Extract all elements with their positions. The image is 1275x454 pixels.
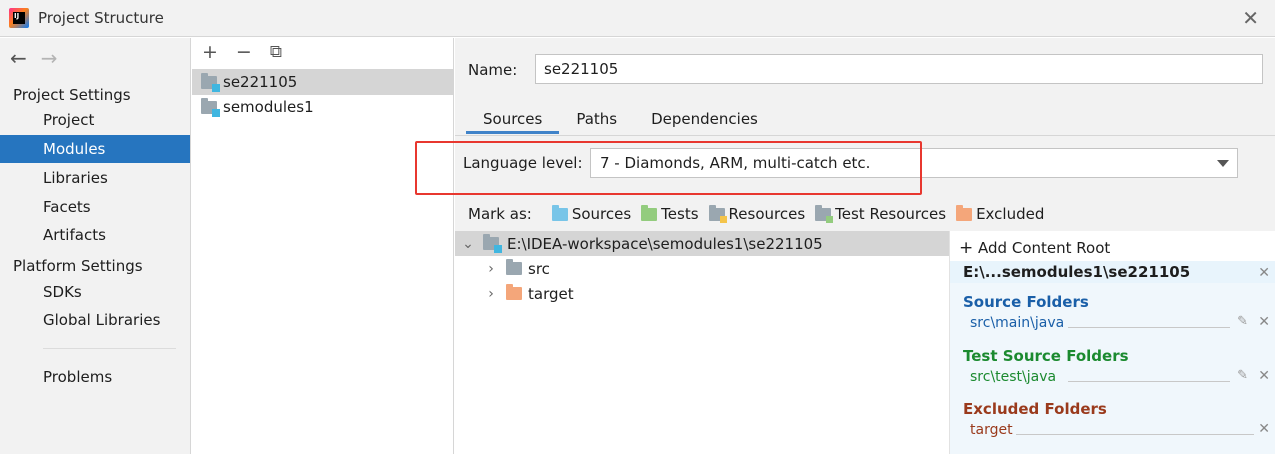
close-icon[interactable]: ✕ bbox=[1258, 314, 1270, 330]
module-toolbar: + − ⧉ bbox=[192, 38, 453, 66]
module-folder-icon bbox=[201, 97, 220, 117]
settings-nav: ← → Project Settings Project Modules Lib… bbox=[0, 38, 191, 454]
content-root-path-text: E:\...semodules1\se221105 bbox=[963, 263, 1191, 281]
copy-icon[interactable]: ⧉ bbox=[270, 42, 282, 62]
mark-test-resources-label: Test Resources bbox=[835, 205, 947, 223]
language-level-select[interactable]: 7 - Diamonds, ARM, multi-catch etc. bbox=[590, 148, 1238, 178]
nav-item-libraries[interactable]: Libraries bbox=[0, 164, 190, 192]
sources-folder-icon bbox=[551, 204, 568, 221]
tab-paths[interactable]: Paths bbox=[559, 108, 634, 134]
nav-item-facets[interactable]: Facets bbox=[0, 193, 190, 221]
language-level-value: 7 - Diamonds, ARM, multi-catch etc. bbox=[600, 154, 871, 172]
test-source-folder-path: src\test\java bbox=[970, 369, 1057, 385]
nav-item-sdks[interactable]: SDKs bbox=[0, 278, 190, 306]
mark-test-resources-button[interactable]: Test Resources bbox=[815, 204, 947, 223]
row-leader-line bbox=[1016, 434, 1254, 435]
test-source-folders-title: Test Source Folders bbox=[963, 347, 1129, 365]
content-root-panel: + Add Content Root E:\...semodules1\se22… bbox=[949, 231, 1275, 454]
add-content-root-button[interactable]: + Add Content Root bbox=[959, 238, 1110, 258]
mark-as-label: Mark as: bbox=[468, 205, 532, 223]
module-name: semodules1 bbox=[223, 98, 314, 116]
tree-item-target[interactable]: › target bbox=[455, 281, 949, 306]
edit-pencil-icon[interactable]: ✎ bbox=[1237, 314, 1248, 329]
intellij-logo-icon: IJ bbox=[9, 8, 29, 28]
nav-divider bbox=[43, 348, 176, 349]
mark-resources-label: Resources bbox=[728, 205, 806, 223]
test-resources-folder-icon bbox=[815, 204, 834, 223]
nav-item-global-libraries[interactable]: Global Libraries bbox=[0, 306, 190, 334]
remove-icon[interactable]: − bbox=[236, 41, 252, 63]
close-icon[interactable]: ✕ bbox=[1242, 8, 1259, 28]
source-folders-title: Source Folders bbox=[963, 293, 1089, 311]
plus-icon: + bbox=[959, 238, 974, 258]
window-title: Project Structure bbox=[38, 9, 164, 27]
mark-tests-button[interactable]: Tests bbox=[641, 204, 699, 223]
excluded-folders-title: Excluded Folders bbox=[963, 400, 1107, 418]
name-label: Name: bbox=[468, 61, 518, 79]
excluded-folder-icon bbox=[956, 204, 973, 221]
content-root-path: E:\...semodules1\se221105 ✕ bbox=[950, 261, 1275, 283]
module-item-se221105[interactable]: se221105 bbox=[192, 69, 454, 95]
nav-item-artifacts[interactable]: Artifacts bbox=[0, 221, 190, 249]
module-tabs: Sources Paths Dependencies bbox=[466, 108, 775, 134]
source-folder-path: src\main\java bbox=[970, 315, 1065, 331]
add-content-root-label: Add Content Root bbox=[978, 239, 1111, 257]
mark-resources-button[interactable]: Resources bbox=[708, 204, 806, 223]
module-name: se221105 bbox=[223, 73, 298, 91]
tree-root-row[interactable]: ⌄ E:\IDEA-workspace\semodules1\se221105 bbox=[455, 231, 949, 256]
content-tree: ⌄ E:\IDEA-workspace\semodules1\se221105 … bbox=[455, 231, 949, 454]
chevron-down-icon[interactable]: ⌄ bbox=[461, 236, 475, 252]
back-arrow-icon[interactable]: ← bbox=[10, 46, 27, 70]
add-icon[interactable]: + bbox=[202, 41, 218, 63]
mark-sources-label: Sources bbox=[571, 205, 632, 223]
mark-excluded-button[interactable]: Excluded bbox=[956, 204, 1045, 223]
tab-sources[interactable]: Sources bbox=[466, 108, 560, 134]
row-leader-line bbox=[1068, 381, 1230, 382]
module-editor: Name: se221105 Sources Paths Dependencie… bbox=[415, 38, 1275, 454]
folder-icon bbox=[506, 259, 522, 275]
chevron-right-icon[interactable]: › bbox=[484, 286, 498, 302]
tree-item-src[interactable]: › src bbox=[455, 256, 949, 281]
edit-pencil-icon[interactable]: ✎ bbox=[1237, 368, 1248, 383]
content-root-folders: Source Folders src\main\java ✎ ✕ Test So… bbox=[950, 283, 1275, 454]
module-folder-icon bbox=[201, 72, 220, 92]
tree-item-label: target bbox=[528, 284, 574, 303]
row-leader-line bbox=[1068, 327, 1230, 328]
tests-folder-icon bbox=[641, 204, 658, 221]
project-settings-header: Project Settings bbox=[13, 86, 131, 104]
chevron-right-icon[interactable]: › bbox=[484, 261, 498, 277]
nav-item-project[interactable]: Project bbox=[0, 106, 190, 134]
nav-item-modules[interactable]: Modules bbox=[0, 135, 190, 163]
mark-as-bar: Mark as: Sources Tests Resources Test Re… bbox=[468, 204, 1054, 223]
platform-settings-header: Platform Settings bbox=[13, 257, 143, 275]
nav-item-problems[interactable]: Problems bbox=[0, 363, 190, 391]
module-folder-icon bbox=[483, 234, 502, 253]
history-arrows: ← → bbox=[10, 46, 58, 70]
mark-tests-label: Tests bbox=[661, 205, 699, 223]
close-icon[interactable]: ✕ bbox=[1258, 368, 1270, 384]
tab-dependencies[interactable]: Dependencies bbox=[634, 108, 775, 134]
excluded-folder-path: target bbox=[970, 422, 1013, 438]
tree-root-label: E:\IDEA-workspace\semodules1\se221105 bbox=[507, 234, 823, 253]
close-icon[interactable]: ✕ bbox=[1258, 262, 1270, 284]
mark-excluded-label: Excluded bbox=[976, 205, 1045, 223]
language-level-label: Language level: bbox=[463, 154, 583, 172]
forward-arrow-icon[interactable]: → bbox=[41, 46, 58, 70]
module-list-panel: + − ⧉ se221105 semodules1 bbox=[192, 38, 454, 454]
module-item-semodules1[interactable]: semodules1 bbox=[192, 94, 454, 120]
chevron-down-icon bbox=[1217, 160, 1229, 167]
tabs-divider bbox=[455, 135, 1275, 136]
resources-folder-icon bbox=[708, 204, 727, 223]
close-icon[interactable]: ✕ bbox=[1258, 421, 1270, 437]
tree-item-label: src bbox=[528, 259, 550, 278]
title-bar: IJ Project Structure ✕ bbox=[0, 0, 1275, 37]
excluded-folder-icon bbox=[506, 284, 522, 300]
mark-sources-button[interactable]: Sources bbox=[551, 204, 632, 223]
module-name-input[interactable]: se221105 bbox=[535, 54, 1263, 84]
